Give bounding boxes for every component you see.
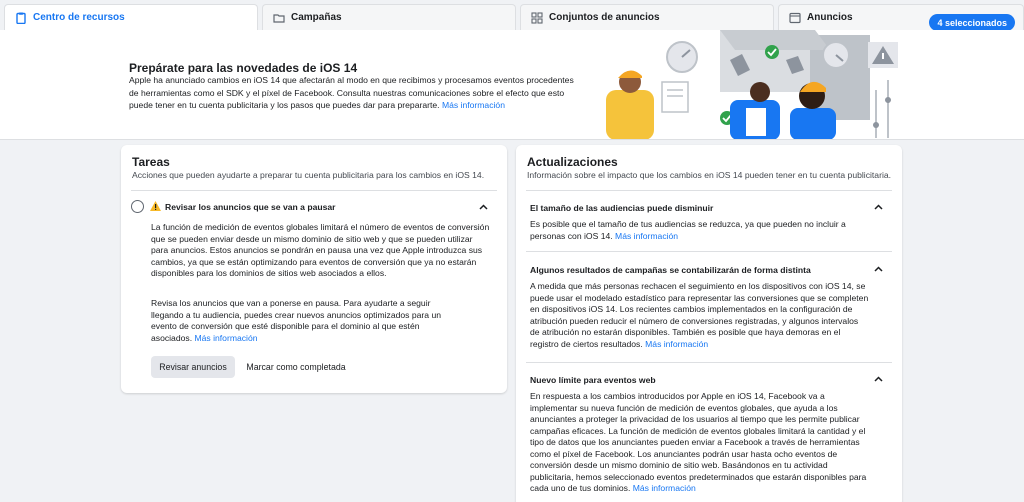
clipboard-icon: [15, 12, 27, 24]
update-title-web-events-limit[interactable]: Nuevo límite para eventos web: [530, 375, 656, 385]
review-ads-button[interactable]: Revisar anuncios: [151, 356, 235, 378]
divider: [131, 190, 497, 191]
update-body-audience-size: Es posible que el tamaño de tus audienci…: [530, 219, 870, 242]
chevron-up-icon[interactable]: [874, 204, 883, 210]
updates-card: Actualizaciones Información sobre el imp…: [516, 145, 902, 502]
tab-bar: Centro de recursos Campañas Conjuntos de…: [0, 0, 1024, 31]
update-body-campaign-results: A medida que más personas rechacen el se…: [530, 281, 870, 350]
chevron-up-icon[interactable]: [874, 376, 883, 382]
update-body-web-events-limit: En respuesta a los cambios introducidos …: [530, 391, 870, 495]
divider: [526, 190, 892, 191]
mark-complete-button[interactable]: Marcar como completada: [241, 356, 351, 378]
updates-subtitle: Información sobre el impacto que los cam…: [527, 170, 892, 180]
chevron-up-icon[interactable]: [479, 204, 488, 210]
update-body-text: En respuesta a los cambios introducidos …: [530, 391, 867, 493]
tab-label: Conjuntos de anuncios: [549, 12, 660, 23]
tasks-title: Tareas: [132, 155, 170, 169]
tab-campaigns[interactable]: Campañas: [262, 4, 516, 30]
task-description-2: Revisa los anuncios que van a ponerse en…: [151, 298, 456, 344]
task-title: Revisar los anuncios que se van a pausar: [165, 202, 336, 212]
task-more-info-link[interactable]: Más información: [194, 333, 257, 343]
tab-label: Centro de recursos: [33, 12, 125, 23]
banner-more-info-link[interactable]: Más información: [442, 100, 505, 110]
tasks-subtitle: Acciones que pueden ayudarte a preparar …: [132, 170, 485, 180]
divider: [526, 251, 892, 252]
banner-text: Apple ha anunciado cambios en iOS 14 que…: [129, 74, 584, 112]
tab-ad-sets[interactable]: Conjuntos de anuncios: [520, 4, 774, 30]
update-more-info-link[interactable]: Más información: [633, 483, 696, 493]
banner-title: Prepárate para las novedades de iOS 14: [129, 61, 358, 75]
task-complete-radio[interactable]: [131, 200, 144, 213]
task-header-review-paused-ads[interactable]: Revisar los anuncios que se van a pausar: [131, 198, 497, 218]
update-title-audience-size[interactable]: El tamaño de las audiencias puede dismin…: [530, 203, 713, 213]
tasks-card: Tareas Acciones que pueden ayudarte a pr…: [121, 145, 507, 393]
ios14-illustration: [606, 30, 898, 139]
selected-count-badge[interactable]: 4 seleccionados: [929, 14, 1015, 31]
folder-icon: [273, 12, 285, 24]
tab-label: Campañas: [291, 12, 342, 23]
update-more-info-link[interactable]: Más información: [615, 231, 678, 241]
updates-title: Actualizaciones: [527, 155, 618, 169]
tab-ads[interactable]: Anuncios 4 seleccionados: [778, 4, 1024, 31]
ios14-banner: Prepárate para las novedades de iOS 14 A…: [0, 30, 1024, 140]
tab-label: Anuncios: [807, 12, 853, 23]
chevron-up-icon[interactable]: [874, 266, 883, 272]
update-body-text: Es posible que el tamaño de tus audienci…: [530, 219, 846, 241]
ad-icon: [789, 12, 801, 24]
divider: [526, 362, 892, 363]
update-more-info-link[interactable]: Más información: [645, 339, 708, 349]
tab-resource-center[interactable]: Centro de recursos: [4, 4, 258, 30]
banner-body: Apple ha anunciado cambios en iOS 14 que…: [129, 75, 574, 110]
warning-icon: [150, 201, 161, 211]
task-description-1: La función de medición de eventos global…: [151, 222, 490, 278]
grid-icon: [531, 11, 543, 24]
update-title-campaign-results[interactable]: Algunos resultados de campañas se contab…: [530, 265, 811, 275]
